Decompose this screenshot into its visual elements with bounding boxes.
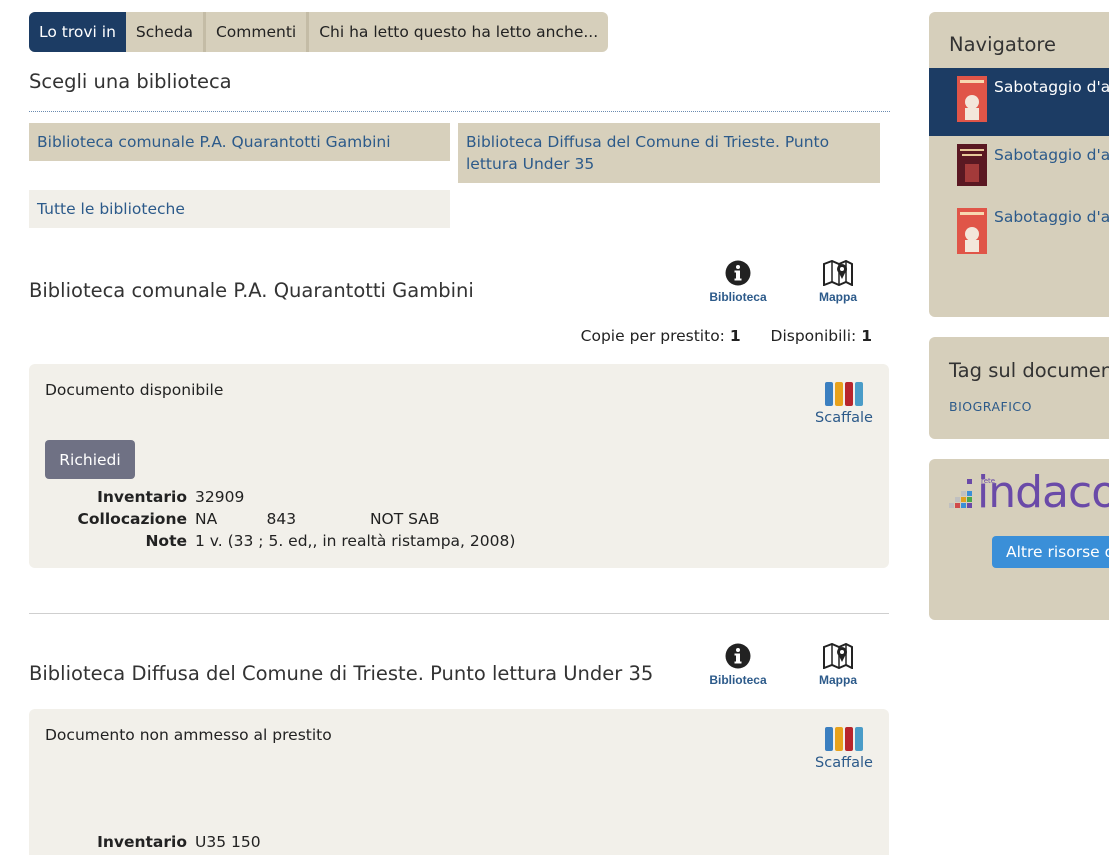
map-button[interactable]: Mappa bbox=[803, 260, 873, 304]
book-cover-thumbnail bbox=[957, 144, 987, 186]
document-status: Documento non ammesso al prestito bbox=[45, 726, 332, 744]
document-status: Documento disponibile bbox=[45, 381, 224, 399]
copies-value: 1 bbox=[729, 327, 741, 345]
detail-key: Note bbox=[145, 532, 187, 550]
library-filter-quarantotti[interactable]: Biblioteca comunale P.A. Quarantotti Gam… bbox=[29, 123, 450, 161]
indaco-logo-icon bbox=[949, 479, 972, 508]
section-divider bbox=[29, 613, 889, 614]
library-filter-under35[interactable]: Biblioteca Diffusa del Comune di Trieste… bbox=[458, 123, 880, 183]
copies-summary: Copie per prestito: 1 Disponibili: 1 bbox=[581, 327, 872, 345]
map-button[interactable]: Mappa bbox=[803, 643, 873, 687]
info-icon bbox=[725, 260, 751, 286]
info-icon bbox=[725, 643, 751, 669]
shelf-icon bbox=[814, 382, 874, 407]
navigator-panel: Navigatore Sabotaggio d'am Sabotaggio d'… bbox=[929, 12, 1109, 317]
choose-library-title: Scegli una biblioteca bbox=[29, 70, 232, 93]
shelf-button[interactable]: Scaffale bbox=[814, 727, 874, 771]
navigator-item-label: Sabotaggio d'am bbox=[994, 78, 1109, 96]
copy-details: Inventario 32909 Collocazione NA 843 NOT… bbox=[29, 486, 629, 552]
detail-value: 32909 bbox=[195, 488, 245, 506]
tab-lo-trovi-in[interactable]: Lo trovi in bbox=[29, 12, 126, 52]
tab-commenti[interactable]: Commenti bbox=[206, 12, 310, 52]
detail-value: NA 843 NOT SAB bbox=[195, 510, 440, 528]
detail-row: Note 1 v. (33 ; 5. ed,, in realtà ristam… bbox=[29, 530, 629, 552]
copy-details: Inventario U35 150 bbox=[29, 831, 629, 853]
shelf-button[interactable]: Scaffale bbox=[814, 382, 874, 426]
document-card: Documento non ammesso al prestito Scaffa… bbox=[29, 709, 889, 855]
map-icon bbox=[823, 643, 853, 669]
library-info-button[interactable]: Biblioteca bbox=[703, 643, 773, 687]
library-info-label: Biblioteca bbox=[709, 290, 767, 304]
detail-key: Collocazione bbox=[77, 510, 187, 528]
other-resources-button[interactable]: Altre risorse d bbox=[992, 536, 1109, 568]
navigator-title: Navigatore bbox=[949, 33, 1056, 56]
library-filter-all[interactable]: Tutte le biblioteche bbox=[29, 190, 450, 228]
map-label: Mappa bbox=[818, 290, 857, 304]
shelf-label: Scaffale bbox=[815, 410, 873, 426]
indaco-panel: rete indaco Altre risorse d bbox=[929, 459, 1109, 620]
library-name: Biblioteca comunale P.A. Quarantotti Gam… bbox=[29, 279, 474, 302]
navigator-item-label: Sabotaggio d'am bbox=[994, 208, 1109, 226]
map-icon bbox=[823, 260, 853, 286]
map-label: Mappa bbox=[818, 673, 857, 687]
indaco-logo-text[interactable]: indaco bbox=[977, 467, 1109, 518]
tags-title: Tag sul documen bbox=[949, 359, 1109, 382]
navigator-item-label: Sabotaggio d'am bbox=[994, 146, 1109, 164]
detail-row: Collocazione NA 843 NOT SAB bbox=[29, 508, 629, 530]
tab-scheda[interactable]: Scheda bbox=[126, 12, 206, 52]
tags-panel: Tag sul documen BIOGRAFICO bbox=[929, 337, 1109, 439]
navigator-item[interactable]: Sabotaggio d'am bbox=[929, 68, 1109, 136]
divider bbox=[29, 111, 890, 112]
library-info-label: Biblioteca bbox=[709, 673, 767, 687]
tab-bar: Lo trovi in Scheda Commenti Chi ha letto… bbox=[29, 12, 609, 52]
document-card: Documento disponibile Scaffale Richiedi … bbox=[29, 364, 889, 568]
detail-value: U35 150 bbox=[195, 833, 261, 851]
book-cover-thumbnail bbox=[957, 76, 987, 122]
library-name: Biblioteca Diffusa del Comune di Trieste… bbox=[29, 662, 654, 685]
navigator-item[interactable]: Sabotaggio d'am bbox=[929, 136, 1109, 198]
available-label: Disponibili: bbox=[770, 327, 857, 345]
request-button[interactable]: Richiedi bbox=[45, 440, 135, 479]
detail-row: Inventario 32909 bbox=[29, 486, 629, 508]
tag-link[interactable]: BIOGRAFICO bbox=[949, 399, 1032, 414]
detail-row: Inventario U35 150 bbox=[29, 831, 629, 853]
book-cover-thumbnail bbox=[957, 208, 987, 254]
navigator-item[interactable]: Sabotaggio d'am bbox=[929, 198, 1109, 266]
available-value: 1 bbox=[861, 327, 872, 345]
shelf-label: Scaffale bbox=[815, 755, 873, 771]
copies-label: Copie per prestito: bbox=[580, 327, 725, 345]
library-info-button[interactable]: Biblioteca bbox=[703, 260, 773, 304]
detail-key: Inventario bbox=[97, 833, 187, 851]
shelf-icon bbox=[814, 727, 874, 752]
tab-chi-ha-letto[interactable]: Chi ha letto questo ha letto anche... bbox=[309, 12, 608, 52]
detail-value: 1 v. (33 ; 5. ed,, in realtà ristampa, 2… bbox=[195, 532, 516, 550]
detail-key: Inventario bbox=[97, 488, 187, 506]
